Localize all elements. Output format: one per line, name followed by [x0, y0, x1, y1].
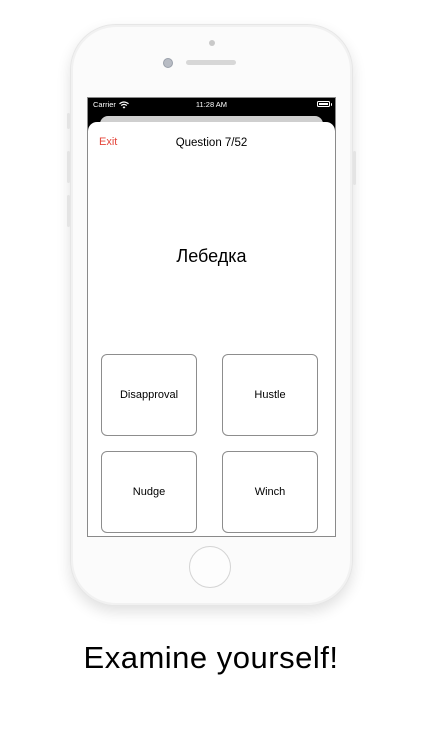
earpiece-speaker — [186, 60, 236, 65]
quiz-sheet: Exit Question 7/52 Лебедка Disapproval H… — [88, 122, 335, 536]
status-bar: Carrier 11:28 AM — [88, 98, 335, 112]
battery-icon — [317, 101, 332, 107]
question-counter: Question 7/52 — [175, 137, 248, 149]
promo-caption: Examine yourself! — [83, 640, 339, 675]
phone-screen: Carrier 11:28 AM Exit Question 7/52 Лебе… — [87, 97, 336, 537]
status-time: 11:28 AM — [195, 100, 228, 109]
answer-button-nudge[interactable]: Nudge — [101, 451, 197, 533]
front-camera — [163, 58, 173, 68]
mute-switch — [67, 113, 70, 129]
prompt-word: Лебедка — [176, 246, 247, 266]
answer-button-winch[interactable]: Winch — [222, 451, 318, 533]
home-button — [189, 546, 231, 588]
volume-up-button — [67, 151, 70, 183]
volume-down-button — [67, 195, 70, 227]
answer-button-hustle[interactable]: Hustle — [222, 354, 318, 436]
sensor-dot — [209, 40, 215, 46]
power-button — [353, 151, 356, 185]
answer-button-disapproval[interactable]: Disapproval — [101, 354, 197, 436]
